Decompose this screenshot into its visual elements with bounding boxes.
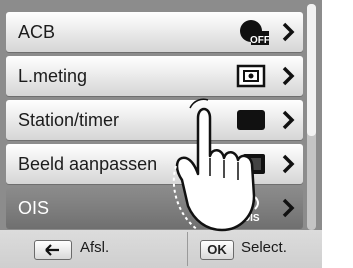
- menu-item-metering[interactable]: L.meting: [6, 56, 303, 96]
- chevron-right-icon: [282, 22, 295, 42]
- chevron-right-icon: [282, 110, 295, 130]
- chevron-right-icon: [282, 66, 295, 86]
- bar-divider: [187, 232, 188, 266]
- metering-icon: [236, 64, 266, 88]
- camera-screen: ACB OFF L.meting Station/timer Beeld aan…: [0, 0, 322, 268]
- menu-item-label: ACB: [18, 22, 56, 42]
- scrollbar-thumb[interactable]: [307, 4, 316, 136]
- menu-item-label: L.meting: [18, 66, 88, 86]
- chevron-right-icon: [282, 154, 295, 174]
- menu-item-label: OIS: [18, 198, 50, 218]
- menu-item-label: Beeld aanpassen: [18, 154, 158, 174]
- back-key[interactable]: [34, 240, 72, 260]
- menu-item-acb[interactable]: ACB OFF: [6, 12, 303, 52]
- acb-off-icon: OFF: [240, 20, 269, 46]
- return-arrow-icon: [45, 244, 59, 256]
- touch-hand-icon: [172, 98, 256, 232]
- chevron-right-icon: [282, 198, 295, 218]
- menu-item-label: Station/timer: [18, 110, 120, 130]
- ok-key[interactable]: OK: [200, 240, 234, 260]
- exit-label: Afsl.: [80, 239, 110, 256]
- svg-text:OFF: OFF: [250, 35, 269, 46]
- select-label: Select.: [241, 239, 287, 256]
